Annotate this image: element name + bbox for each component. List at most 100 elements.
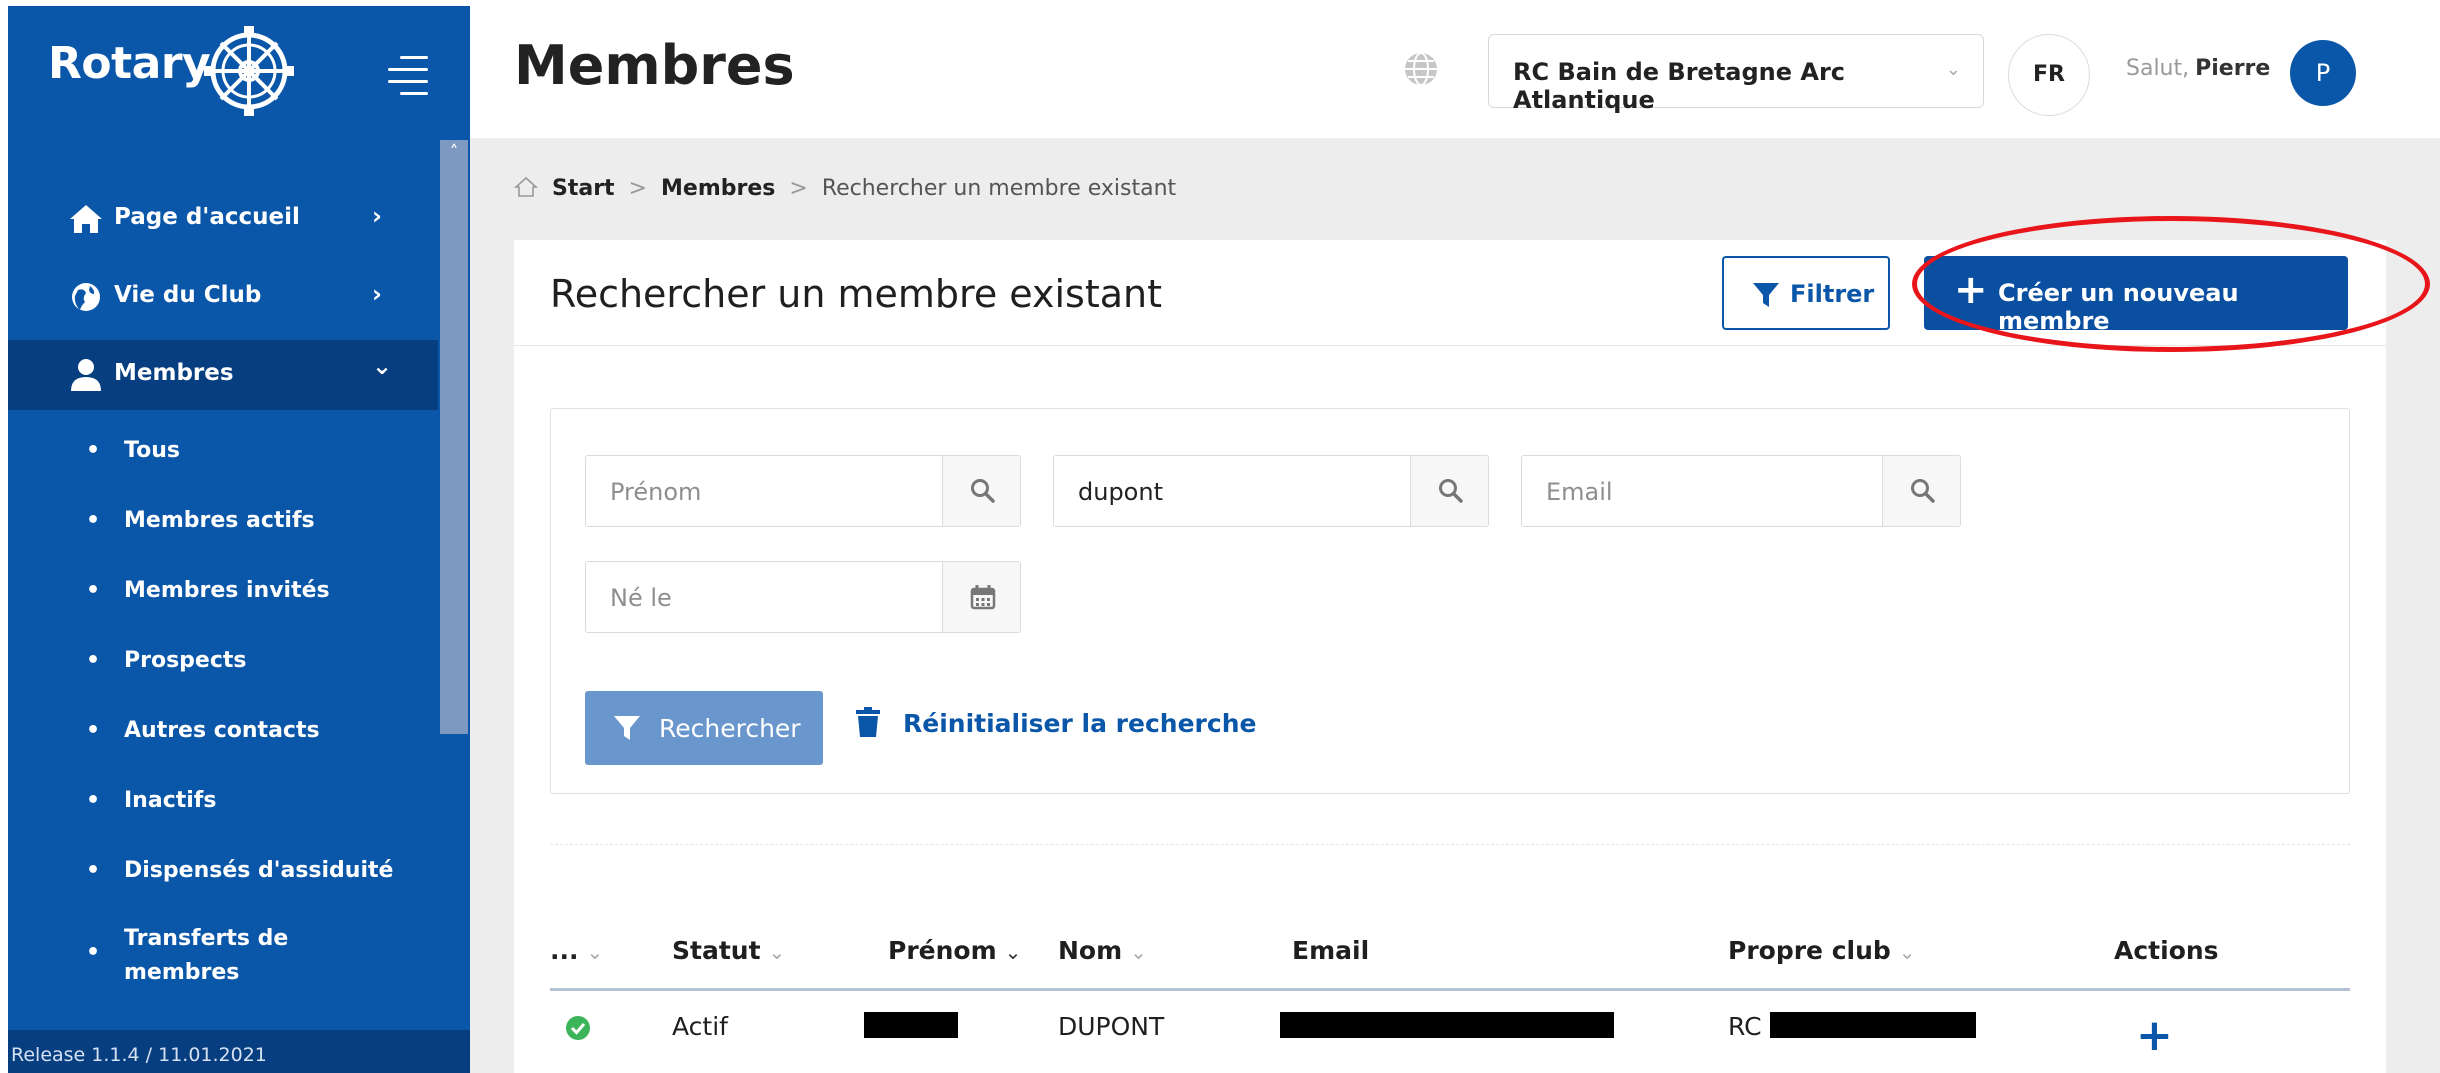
sidebar-subitem-label: Inactifs — [124, 788, 217, 813]
cell-status: Actif — [672, 1012, 728, 1041]
firstname-field[interactable]: Prénom — [585, 455, 1021, 527]
language-button[interactable]: FR — [2008, 34, 2090, 116]
add-action-button[interactable]: + — [2136, 1014, 2173, 1058]
breadcrumb-current: Rechercher un membre existant — [821, 176, 1177, 201]
column-header-more[interactable]: ... ⌄ — [550, 936, 603, 965]
search-button-label: Rechercher — [659, 714, 801, 743]
column-header-email: Email — [1292, 936, 1369, 965]
chevron-right-icon: › — [372, 280, 382, 308]
firstname-placeholder: Prénom — [610, 478, 702, 506]
firstname-search-addon[interactable] — [942, 456, 1020, 526]
club-select[interactable]: RC Bain de Bretagne Arc Atlantique ⌄ — [1488, 34, 1984, 114]
column-header-firstname[interactable]: Prénom ⌄ — [888, 936, 1021, 965]
club-select-value: RC Bain de Bretagne Arc Atlantique — [1513, 58, 1846, 114]
sidebar-subitem-invited-members[interactable]: • Membres invités — [8, 578, 438, 614]
column-header-label: Nom — [1058, 936, 1123, 965]
birthdate-placeholder: Né le — [610, 584, 672, 612]
greeting-text: Salut, — [2126, 56, 2190, 81]
bullet: • — [86, 508, 101, 533]
column-header-label: Actions — [2114, 936, 2219, 965]
check-icon — [570, 1023, 586, 1035]
chevron-down-icon: ⌄ — [372, 352, 393, 380]
search-icon — [971, 479, 995, 503]
user-greeting: Salut, Pierre — [2126, 56, 2270, 81]
sort-icon: ⌄ — [1004, 940, 1022, 964]
sidebar-subitem-label: Membres invités — [124, 578, 330, 603]
column-header-own-club[interactable]: Propre club ⌄ — [1728, 936, 1916, 965]
status-active-icon — [566, 1016, 590, 1040]
bullet: • — [86, 940, 101, 965]
sidebar-subitem-all[interactable]: • Tous — [8, 438, 438, 474]
user-icon — [71, 359, 101, 391]
reset-search-label: Réinitialiser la recherche — [903, 709, 1257, 738]
sidebar-subitem-label: Tous — [124, 438, 180, 463]
column-header-status[interactable]: Statut ⌄ — [672, 936, 785, 965]
sidebar-subitem-label: Dispensés d'assiduité — [124, 858, 394, 883]
card-title: Rechercher un membre existant — [550, 272, 1163, 316]
search-icon — [1911, 479, 1935, 503]
sidebar-subitem-label: Autres contacts — [124, 718, 320, 743]
column-header-label: ... — [550, 936, 579, 965]
search-card: Rechercher un membre existant Filtrer + … — [514, 240, 2386, 1073]
redacted-email — [1280, 1012, 1614, 1038]
filter-button[interactable]: Filtrer — [1722, 256, 1890, 330]
home-outline-icon[interactable] — [514, 176, 538, 198]
sidebar-scrollbar-thumb[interactable] — [440, 140, 468, 734]
column-header-label: Statut — [672, 936, 761, 965]
bullet: • — [86, 858, 101, 883]
sidebar-subitem-prospects[interactable]: • Prospects — [8, 648, 438, 684]
breadcrumb-start[interactable]: Start — [552, 176, 615, 201]
chevron-right-icon: › — [372, 202, 382, 230]
home-icon — [70, 205, 102, 233]
sidebar-item-club-life[interactable]: Vie du Club › — [8, 262, 438, 332]
birthdate-field[interactable]: Né le — [585, 561, 1021, 633]
language-globe-icon[interactable] — [1402, 50, 1440, 88]
table-header-divider — [550, 988, 2350, 991]
sidebar-subitem-inactive[interactable]: • Inactifs — [8, 788, 438, 824]
reset-search-button[interactable]: Réinitialiser la recherche — [855, 707, 1257, 738]
column-header-name[interactable]: Nom ⌄ — [1058, 936, 1147, 965]
email-placeholder: Email — [1546, 478, 1613, 506]
breadcrumb-members[interactable]: Membres — [661, 176, 775, 201]
sidebar-item-members[interactable]: Membres ⌄ — [8, 340, 438, 410]
user-name: Pierre — [2195, 56, 2271, 81]
sidebar-subitem-other-contacts[interactable]: • Autres contacts — [8, 718, 438, 754]
search-filter-panel: Prénom dupont Email Né le Rechercher Réi… — [550, 408, 2350, 794]
lastname-search-addon[interactable] — [1410, 456, 1488, 526]
redacted-club — [1770, 1012, 1976, 1038]
calendar-icon — [970, 585, 996, 610]
scroll-up-icon[interactable]: ˄ — [442, 142, 466, 164]
email-field[interactable]: Email — [1521, 455, 1961, 527]
funnel-icon — [614, 716, 640, 740]
bullet: • — [86, 438, 101, 463]
sidebar-subitem-member-transfers[interactable]: • Transferts de membres — [8, 922, 438, 994]
sidebar-item-label: Page d'accueil — [114, 204, 300, 230]
sort-icon: ⌄ — [1130, 940, 1147, 964]
sidebar-item-label: Membres — [114, 360, 234, 386]
bullet: • — [86, 578, 101, 603]
sort-icon: ⌄ — [768, 940, 786, 964]
logo-bar: Rotary — [8, 6, 470, 138]
divider — [550, 844, 2350, 845]
chevron-down-icon: ⌄ — [1945, 59, 1961, 80]
column-header-actions: Actions — [2114, 936, 2219, 965]
release-info: Release 1.1.4 / 11.01.2021 — [8, 1030, 470, 1073]
sidebar-subitem-label: Prospects — [124, 648, 247, 673]
highlight-ellipse — [1912, 216, 2430, 352]
avatar[interactable]: P — [2290, 40, 2356, 106]
email-search-addon[interactable] — [1882, 456, 1960, 526]
sidebar-subitem-attendance-exempt[interactable]: • Dispensés d'assiduité — [8, 858, 438, 894]
menu-toggle-icon[interactable] — [380, 56, 428, 96]
funnel-icon — [1753, 283, 1779, 307]
column-header-label: Email — [1292, 936, 1370, 965]
redacted-firstname — [864, 1012, 958, 1038]
lastname-field[interactable]: dupont — [1053, 455, 1489, 527]
bullet: • — [86, 718, 101, 743]
sidebar-subitem-active-members[interactable]: • Membres actifs — [8, 508, 438, 544]
sidebar: Rotary Page d'accueil › Vie du Club › Me… — [8, 6, 470, 1073]
search-icon — [1439, 479, 1463, 503]
sidebar-item-home[interactable]: Page d'accueil › — [8, 184, 438, 254]
birthdate-calendar-addon[interactable] — [942, 562, 1020, 632]
sidebar-item-label: Vie du Club — [114, 282, 262, 308]
search-button[interactable]: Rechercher — [585, 691, 823, 765]
